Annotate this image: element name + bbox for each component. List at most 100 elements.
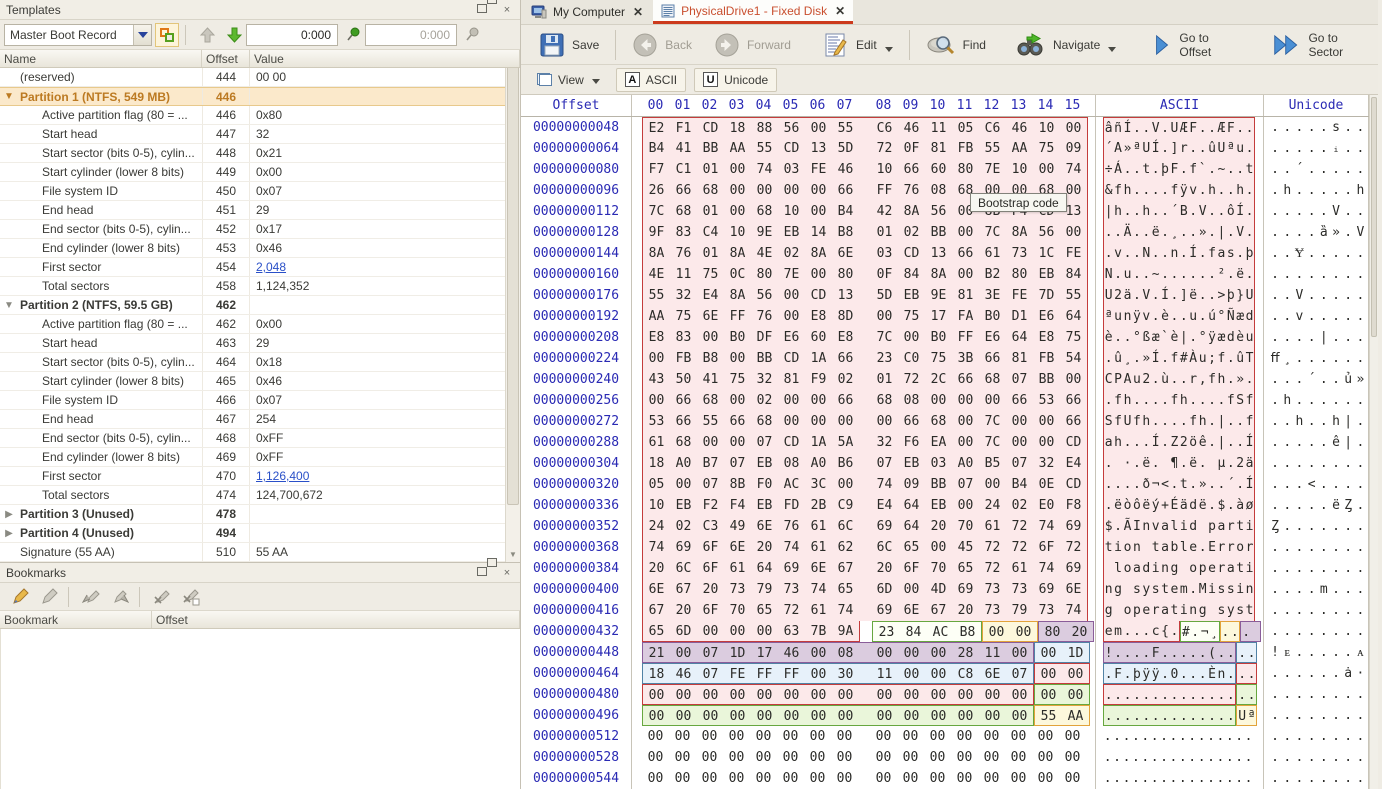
hex-byte[interactable]: 75 bbox=[724, 369, 751, 390]
hex-byte[interactable]: 88 bbox=[751, 118, 778, 139]
next-bookmark-button[interactable] bbox=[107, 585, 133, 609]
hex-byte[interactable]: 00 bbox=[951, 768, 978, 789]
hex-byte[interactable]: 9E bbox=[751, 222, 778, 243]
view-menu-button[interactable]: View bbox=[529, 68, 608, 92]
hex-row-offset[interactable]: 00000000176 bbox=[521, 285, 631, 306]
hex-byte[interactable]: 84 bbox=[900, 622, 927, 643]
hex-byte[interactable]: 61 bbox=[805, 516, 832, 537]
hex-byte[interactable]: 66 bbox=[670, 390, 697, 411]
hex-byte[interactable]: 10 bbox=[871, 159, 898, 180]
hex-byte[interactable]: 46 bbox=[898, 118, 925, 139]
hex-bytes[interactable]: 184607FEFFFF0030110000C86E070000 bbox=[631, 663, 1095, 684]
hex-byte[interactable]: 55 bbox=[979, 138, 1006, 159]
hex-byte[interactable]: 61 bbox=[805, 537, 832, 558]
hex-byte[interactable]: FB bbox=[952, 138, 979, 159]
hex-byte[interactable]: 66 bbox=[670, 180, 697, 201]
hex-bytes[interactable]: 2402C3496E76616C6964207061727469 bbox=[631, 516, 1095, 537]
ascii-text[interactable]: ..Ä..ë.¸..».|.V. bbox=[1095, 222, 1263, 243]
ascii-text[interactable]: N.u..~......².ë. bbox=[1095, 264, 1263, 285]
hex-byte[interactable]: 75 bbox=[1060, 327, 1087, 348]
hex-byte[interactable]: 60 bbox=[805, 327, 832, 348]
hex-byte[interactable]: 00 bbox=[978, 726, 1005, 747]
hex-byte[interactable]: 55 bbox=[751, 138, 778, 159]
hex-byte[interactable]: 0F bbox=[898, 138, 925, 159]
template-row[interactable]: Active partition flag (80 = ...4460x80 bbox=[0, 106, 505, 125]
hex-byte[interactable]: 00 bbox=[871, 643, 898, 664]
hex-byte[interactable]: 61 bbox=[1006, 558, 1033, 579]
scrollbar-thumb[interactable] bbox=[507, 68, 519, 505]
hex-byte[interactable]: F7 bbox=[643, 159, 670, 180]
hex-byte[interactable]: 00 bbox=[805, 664, 832, 685]
hex-row-offset[interactable]: 00000000192 bbox=[521, 306, 631, 327]
hex-byte[interactable]: B0 bbox=[979, 306, 1006, 327]
hex-byte[interactable]: 7D bbox=[1033, 285, 1060, 306]
hex-byte[interactable]: 18 bbox=[643, 453, 670, 474]
hex-byte[interactable]: 49 bbox=[724, 516, 751, 537]
hex-byte[interactable]: 68 bbox=[697, 390, 724, 411]
hex-byte[interactable]: 00 bbox=[924, 747, 951, 768]
hex-bytes[interactable]: 5532E48A5600CD135DEB9E813EFE7D55 bbox=[631, 285, 1095, 306]
hex-byte[interactable]: DF bbox=[751, 327, 778, 348]
hex-byte[interactable]: AA bbox=[724, 138, 751, 159]
hex-byte[interactable]: D1 bbox=[1006, 306, 1033, 327]
hex-byte[interactable]: 00 bbox=[670, 685, 697, 706]
unicode-text[interactable]: .....ê|. bbox=[1263, 432, 1369, 453]
hex-byte[interactable]: 08 bbox=[898, 390, 925, 411]
hex-scrollbar[interactable] bbox=[1369, 95, 1378, 789]
hex-byte[interactable]: 69 bbox=[1060, 558, 1087, 579]
hex-byte[interactable]: 00 bbox=[1035, 685, 1062, 706]
hex-editor[interactable]: Offset 00010203040506070809101112131415 … bbox=[521, 95, 1378, 789]
hex-byte[interactable]: 81 bbox=[925, 138, 952, 159]
ascii-text[interactable]: .fh....fh....fSf bbox=[1095, 390, 1263, 411]
hex-byte[interactable]: 80 bbox=[832, 264, 859, 285]
unicode-text[interactable]: ........ bbox=[1263, 726, 1369, 747]
column-bookmark[interactable]: Bookmark bbox=[0, 611, 152, 628]
template-row[interactable]: First sector4701,126,400 bbox=[0, 467, 505, 486]
hex-byte[interactable]: C8 bbox=[952, 664, 979, 685]
hex-byte[interactable]: 0C bbox=[724, 264, 751, 285]
hex-byte[interactable]: 74 bbox=[1060, 159, 1087, 180]
unicode-text[interactable]: ........ bbox=[1263, 621, 1369, 642]
hex-byte[interactable]: 07 bbox=[871, 453, 898, 474]
hex-byte[interactable]: CD bbox=[778, 138, 805, 159]
hex-byte[interactable]: 56 bbox=[751, 285, 778, 306]
hex-row-offset[interactable]: 00000000448 bbox=[521, 642, 631, 663]
hex-byte[interactable]: FE bbox=[724, 664, 751, 685]
hex-byte[interactable]: FF bbox=[751, 664, 778, 685]
hex-byte[interactable]: A0 bbox=[805, 453, 832, 474]
hex-byte[interactable]: 00 bbox=[898, 706, 925, 727]
hex-byte[interactable]: 6E bbox=[1060, 579, 1087, 600]
ascii-text[interactable]: è..°ßæ`è|.°ÿædèu bbox=[1095, 327, 1263, 348]
hex-byte[interactable]: 00 bbox=[805, 390, 832, 411]
hex-byte[interactable]: FB bbox=[1033, 348, 1060, 369]
hex-byte[interactable]: 69 bbox=[670, 537, 697, 558]
hex-byte[interactable]: 76 bbox=[898, 180, 925, 201]
hex-byte[interactable]: 00 bbox=[724, 706, 751, 727]
hex-byte[interactable]: 30 bbox=[832, 664, 859, 685]
hex-byte[interactable]: 75 bbox=[697, 264, 724, 285]
hex-byte[interactable]: 8A bbox=[1006, 222, 1033, 243]
hex-byte[interactable]: 00 bbox=[778, 685, 805, 706]
hex-byte[interactable]: 00 bbox=[952, 390, 979, 411]
unicode-text[interactable]: ...<.... bbox=[1263, 474, 1369, 495]
hex-byte[interactable]: F2 bbox=[697, 495, 724, 516]
hex-byte[interactable]: 00 bbox=[643, 685, 670, 706]
hex-byte[interactable]: 6D bbox=[871, 579, 898, 600]
template-row[interactable]: ▶Partition 4 (Unused)494 bbox=[0, 524, 505, 543]
go-to-sector-button[interactable]: Go to Sector bbox=[1264, 29, 1378, 61]
template-manager-button[interactable] bbox=[155, 23, 179, 47]
hex-bytes[interactable]: E2F1CD1888560055C6461105C6461000 bbox=[631, 117, 1095, 138]
hex-byte[interactable]: 68 bbox=[979, 369, 1006, 390]
hex-byte[interactable]: 28 bbox=[952, 643, 979, 664]
hex-byte[interactable]: 74 bbox=[1033, 558, 1060, 579]
template-row[interactable]: End head45129 bbox=[0, 201, 505, 220]
unicode-text[interactable]: ..´..... bbox=[1263, 159, 1369, 180]
hex-byte[interactable]: 11 bbox=[871, 664, 898, 685]
hex-byte[interactable]: 55 bbox=[1060, 285, 1087, 306]
hex-byte[interactable]: 66 bbox=[670, 411, 697, 432]
hex-byte[interactable]: 00 bbox=[750, 747, 777, 768]
hex-byte[interactable]: 00 bbox=[804, 768, 831, 789]
hex-byte[interactable]: 76 bbox=[751, 306, 778, 327]
hex-byte[interactable]: 83 bbox=[670, 327, 697, 348]
hex-byte[interactable]: 6F bbox=[898, 558, 925, 579]
